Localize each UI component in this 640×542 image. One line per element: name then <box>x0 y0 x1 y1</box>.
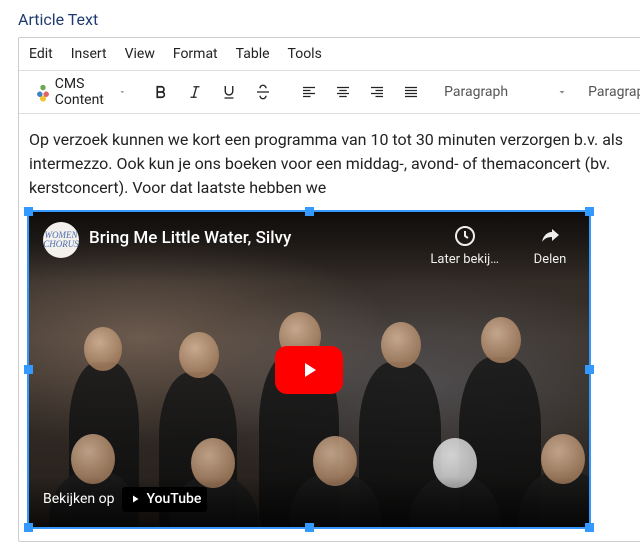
youtube-brand-text: YouTube <box>146 489 201 510</box>
block-format-select[interactable]: Paragraph <box>436 77 576 107</box>
youtube-player[interactable]: WOMEN CHORUS Bring Me Little Water, Silv… <box>29 212 589 527</box>
menu-insert[interactable]: Insert <box>71 46 107 62</box>
share-icon <box>538 224 562 248</box>
resize-handle-tr[interactable] <box>585 207 594 216</box>
resize-handle-tl[interactable] <box>24 207 33 216</box>
underline-button[interactable] <box>214 77 244 107</box>
menu-view[interactable]: View <box>125 46 155 62</box>
channel-avatar[interactable]: WOMEN CHORUS <box>43 222 79 258</box>
strikethrough-button[interactable] <box>248 77 278 107</box>
menu-table[interactable]: Table <box>236 46 270 62</box>
resize-handle-tm[interactable] <box>305 207 314 216</box>
clock-icon <box>453 224 477 248</box>
youtube-brand-button[interactable]: YouTube <box>122 487 207 512</box>
embedded-video-frame[interactable]: WOMEN CHORUS Bring Me Little Water, Silv… <box>29 212 589 527</box>
video-title[interactable]: Bring Me Little Water, Silvy <box>89 222 420 252</box>
resize-handle-mr[interactable] <box>585 365 594 374</box>
align-right-button[interactable] <box>362 77 392 107</box>
editor-content[interactable]: Op verzoek kunnen we kort een programma … <box>19 114 640 541</box>
menu-format[interactable]: Format <box>173 46 218 62</box>
joomla-icon <box>35 81 51 103</box>
watch-later-label: Later bekij… <box>430 250 499 270</box>
chevron-down-icon <box>118 86 127 98</box>
youtube-bottom-overlay: Bekijken op YouTube <box>29 477 589 527</box>
bold-button[interactable] <box>146 77 176 107</box>
toolbar: CMS Content Paragraph Paragraph <box>19 70 640 114</box>
align-justify-button[interactable] <box>396 77 426 107</box>
play-icon <box>297 358 321 382</box>
block-format-value: Paragraph <box>444 84 508 100</box>
align-left-button[interactable] <box>294 77 324 107</box>
section-label: Article Text <box>18 10 640 29</box>
youtube-top-overlay: WOMEN CHORUS Bring Me Little Water, Silv… <box>29 212 589 282</box>
resize-handle-bm[interactable] <box>305 523 314 532</box>
cms-content-label: CMS Content <box>55 76 114 108</box>
share-label: Delen <box>534 250 567 270</box>
block-format-select-2[interactable]: Paragraph <box>580 77 640 107</box>
menu-tools[interactable]: Tools <box>288 46 322 62</box>
menubar: Edit Insert View Format Table Tools <box>19 38 640 70</box>
play-button[interactable] <box>275 346 343 394</box>
resize-handle-bl[interactable] <box>24 523 33 532</box>
align-center-button[interactable] <box>328 77 358 107</box>
body-paragraph[interactable]: Op verzoek kunnen we kort een programma … <box>29 128 640 200</box>
block-format-value-2: Paragraph <box>588 84 640 100</box>
share-button[interactable]: Delen <box>525 224 575 270</box>
italic-button[interactable] <box>180 77 210 107</box>
watch-on-label[interactable]: Bekijken op <box>43 489 114 510</box>
editor-frame: Edit Insert View Format Table Tools CMS … <box>18 37 640 542</box>
chevron-down-icon <box>556 86 568 98</box>
menu-edit[interactable]: Edit <box>29 46 53 62</box>
youtube-play-icon <box>128 493 142 505</box>
cms-content-dropdown[interactable]: CMS Content <box>31 77 130 107</box>
resize-handle-br[interactable] <box>585 523 594 532</box>
watch-later-button[interactable]: Later bekij… <box>430 224 499 270</box>
resize-handle-ml[interactable] <box>24 365 33 374</box>
